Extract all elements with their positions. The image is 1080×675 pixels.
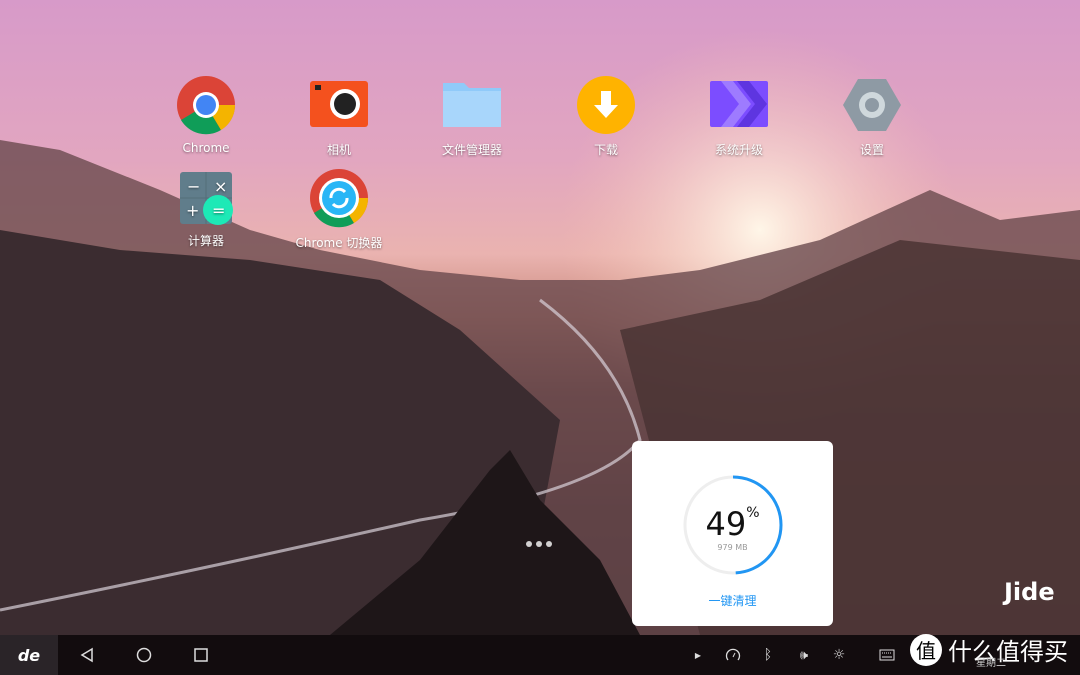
memory-percent: 49% (705, 505, 760, 543)
download-icon (576, 75, 636, 135)
app-label: 文件管理器 (441, 143, 502, 157)
svg-text:+: + (186, 201, 199, 220)
bluetooth-icon[interactable]: ᛒ (757, 635, 779, 675)
svg-text:=: = (212, 201, 225, 220)
watermark-badge: 值 (910, 633, 942, 666)
app-label: 系统升级 (714, 143, 763, 157)
memory-widget: 49% 979 MB 一键清理 (632, 441, 833, 626)
page-indicator[interactable] (526, 541, 552, 547)
chrome-icon (176, 75, 236, 135)
settings-icon (842, 75, 902, 135)
chrome-switcher-icon (309, 168, 369, 228)
app-label: 下载 (593, 143, 618, 157)
app-chrome[interactable]: Chrome (146, 75, 266, 155)
app-label: 设置 (859, 143, 884, 157)
svg-text:−: − (187, 177, 200, 196)
home-icon (136, 647, 151, 663)
app-chrome-switcher[interactable]: Chrome 切换器 (279, 168, 399, 251)
keyboard-icon[interactable] (876, 635, 898, 675)
back-icon (80, 647, 93, 663)
brand-logo: Jide (1004, 578, 1055, 606)
memory-used: 979 MB (717, 543, 748, 552)
brightness-icon[interactable]: ☼ (828, 635, 850, 675)
app-file-manager[interactable]: 文件管理器 (412, 75, 532, 158)
tray-expand-icon[interactable]: ▶ (688, 635, 708, 675)
app-label: 计算器 (187, 234, 224, 248)
home-button[interactable] (115, 647, 172, 663)
back-button[interactable] (58, 647, 115, 663)
app-label: Chrome (182, 141, 230, 155)
clock-day[interactable]: 星期二 (976, 654, 1006, 669)
app-camera[interactable]: 相机 (279, 75, 399, 158)
app-label: 相机 (326, 143, 351, 157)
camera-icon (309, 75, 369, 135)
app-settings[interactable]: 设置 (812, 75, 932, 158)
svg-text:×: × (214, 177, 227, 196)
app-system-upgrade[interactable]: 系统升级 (679, 75, 799, 158)
clean-button[interactable]: 一键清理 (632, 592, 833, 609)
app-download[interactable]: 下载 (546, 75, 666, 158)
folder-icon (442, 75, 502, 135)
recents-icon (193, 648, 208, 662)
app-calculator[interactable]: − × + = 计算器 (146, 170, 266, 249)
recents-button[interactable] (172, 647, 229, 663)
calculator-icon: − × + = (176, 170, 236, 226)
speed-icon[interactable] (722, 635, 744, 675)
system-upgrade-icon (709, 75, 769, 135)
volume-icon[interactable]: 🕪 (792, 635, 816, 675)
start-button[interactable]: de (0, 635, 58, 675)
app-label: Chrome 切换器 (295, 236, 383, 250)
